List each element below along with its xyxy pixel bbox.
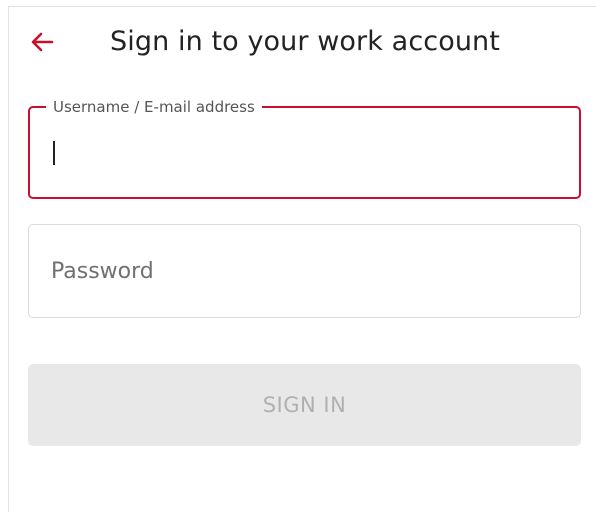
arrow-left-icon — [31, 32, 54, 52]
username-label: Username / E-mail address — [46, 97, 262, 117]
text-caret — [53, 141, 55, 165]
username-input[interactable] — [52, 136, 552, 172]
page-title: Sign in to your work account — [110, 26, 500, 57]
header: Sign in to your work account — [28, 22, 500, 62]
password-input[interactable] — [51, 253, 551, 289]
username-field[interactable]: Username / E-mail address — [28, 97, 581, 199]
back-button[interactable] — [28, 22, 68, 62]
password-field[interactable] — [28, 224, 581, 318]
sign-in-button[interactable]: SIGN IN — [28, 364, 581, 446]
